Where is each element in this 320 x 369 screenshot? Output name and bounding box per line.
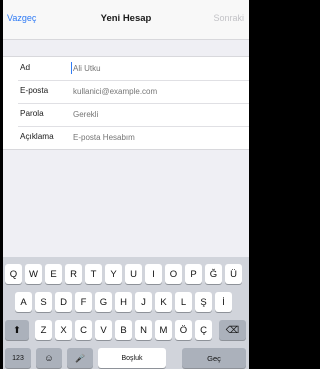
- delete-key[interactable]: ⌫: [219, 320, 246, 340]
- account-form: Ad E-posta Parola Açıklama: [3, 56, 249, 150]
- email-label: E-posta: [20, 86, 49, 95]
- microphone-icon: 🎤: [75, 353, 85, 363]
- key-z[interactable]: Z: [35, 320, 52, 340]
- email-field[interactable]: [73, 86, 233, 97]
- key-g-breve[interactable]: Ğ: [205, 264, 222, 284]
- key-q[interactable]: Q: [5, 264, 22, 284]
- key-h[interactable]: H: [115, 292, 132, 312]
- key-k[interactable]: K: [155, 292, 172, 312]
- name-label: Ad: [20, 63, 31, 72]
- key-u-umlaut[interactable]: Ü: [225, 264, 242, 284]
- key-m[interactable]: M: [155, 320, 172, 340]
- key-n[interactable]: N: [135, 320, 152, 340]
- key-i[interactable]: I: [145, 264, 162, 284]
- key-j[interactable]: J: [135, 292, 152, 312]
- form-row-email[interactable]: E-posta: [18, 80, 249, 103]
- key-s-cedilla[interactable]: Ş: [195, 292, 212, 312]
- key-a[interactable]: A: [15, 292, 32, 312]
- key-o[interactable]: O: [165, 264, 182, 284]
- name-field[interactable]: [73, 63, 233, 74]
- phone-screen: Vazgeç Yeni Hesap Sonraki Ad E-posta Par…: [3, 0, 249, 369]
- delete-icon: ⌫: [225, 324, 240, 336]
- next-button[interactable]: Sonraki: [213, 13, 244, 23]
- key-t[interactable]: T: [85, 264, 102, 284]
- key-i-dotted[interactable]: İ: [215, 292, 232, 312]
- go-key[interactable]: Geç: [182, 348, 246, 368]
- key-g[interactable]: G: [95, 292, 112, 312]
- key-p[interactable]: P: [185, 264, 202, 284]
- key-w[interactable]: W: [25, 264, 42, 284]
- key-f[interactable]: F: [75, 292, 92, 312]
- form-row-name[interactable]: Ad: [18, 57, 249, 80]
- description-field[interactable]: [73, 132, 233, 143]
- key-c-cedilla[interactable]: Ç: [195, 320, 212, 340]
- key-l[interactable]: L: [175, 292, 192, 312]
- key-c[interactable]: C: [75, 320, 92, 340]
- key-b[interactable]: B: [115, 320, 132, 340]
- text-caret: [71, 62, 72, 74]
- description-label: Açıklama: [20, 132, 54, 141]
- password-label: Parola: [20, 109, 44, 118]
- key-e[interactable]: E: [45, 264, 62, 284]
- space-key[interactable]: Boşluk: [98, 348, 166, 368]
- emoji-icon: ☺: [44, 352, 54, 364]
- key-s[interactable]: S: [35, 292, 52, 312]
- dictation-key[interactable]: 🎤: [67, 348, 93, 368]
- shift-icon: ⬆: [13, 324, 21, 336]
- key-x[interactable]: X: [55, 320, 72, 340]
- page-title: Yeni Hesap: [100, 13, 152, 24]
- key-o-umlaut[interactable]: Ö: [175, 320, 192, 340]
- form-row-description[interactable]: Açıklama: [18, 126, 249, 149]
- key-u[interactable]: U: [125, 264, 142, 284]
- password-field[interactable]: [73, 109, 233, 120]
- form-row-password[interactable]: Parola: [18, 103, 249, 126]
- key-d[interactable]: D: [55, 292, 72, 312]
- key-y[interactable]: Y: [105, 264, 122, 284]
- navigation-bar: Vazgeç Yeni Hesap Sonraki: [3, 0, 249, 40]
- emoji-key[interactable]: ☺: [36, 348, 62, 368]
- shift-key[interactable]: ⬆: [5, 320, 29, 340]
- numbers-key[interactable]: 123: [5, 348, 31, 368]
- key-v[interactable]: V: [95, 320, 112, 340]
- key-r[interactable]: R: [65, 264, 82, 284]
- onscreen-keyboard: Q W E R T Y U I O P Ğ Ü A S D F G H J K …: [3, 257, 249, 369]
